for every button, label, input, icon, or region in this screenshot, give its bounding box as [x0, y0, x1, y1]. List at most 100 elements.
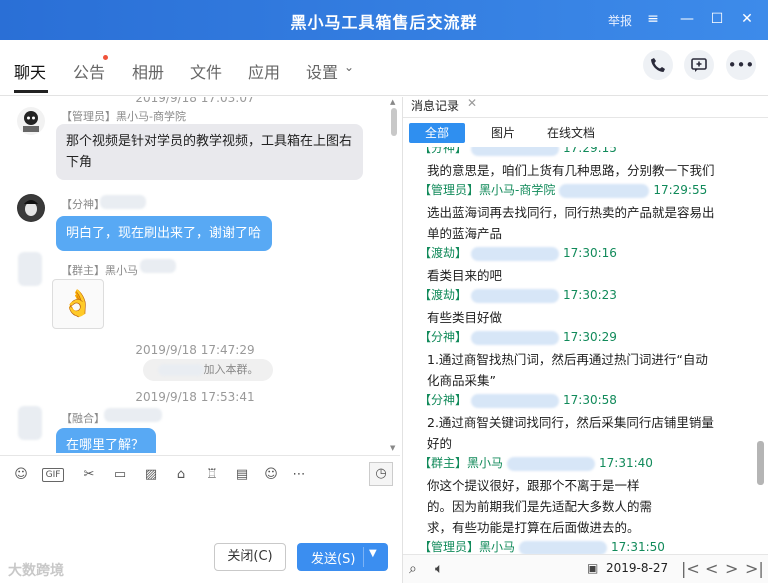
history-date[interactable]: 2019-8-27 — [606, 561, 668, 575]
scissors-icon[interactable]: ✂ — [80, 466, 98, 484]
tab-chat[interactable]: 聊天 — [14, 59, 46, 83]
unread-dot — [103, 55, 108, 60]
gif-icon[interactable]: GIF — [42, 468, 64, 482]
blurred-name — [519, 540, 608, 555]
blurred-name — [471, 393, 560, 408]
filter-images[interactable]: 图片 — [483, 123, 523, 143]
blurred-name — [559, 183, 650, 198]
avatar[interactable] — [17, 107, 45, 135]
history-message-text: 化商品采集” — [427, 373, 496, 388]
message-timestamp: 2019/9/18 17:03:07 — [135, 97, 255, 105]
tab-album[interactable]: 相册 — [132, 59, 164, 83]
clock-history-icon[interactable]: ◷ — [369, 462, 393, 486]
phone-call-icon[interactable] — [643, 50, 673, 80]
first-page-icon[interactable]: |< — [681, 559, 700, 578]
calendar-icon[interactable]: ▣ — [587, 561, 598, 575]
tab-settings[interactable]: 设置 — [306, 59, 338, 83]
scroll-up-arrow[interactable]: ▲ — [390, 98, 395, 106]
report-link[interactable]: 举报 — [608, 12, 632, 29]
add-message-icon[interactable] — [684, 50, 714, 80]
prev-page-icon[interactable]: < — [705, 559, 718, 578]
tab-files[interactable]: 文件 — [190, 59, 222, 83]
ok-hand-emoji: 👌 — [61, 289, 95, 319]
history-message-text: 1.通过商智找热门词，然后再通过热门词进行“自动 — [427, 352, 708, 367]
close-window-button[interactable]: ✕ — [736, 8, 758, 30]
composer-toolbar: ☺ GIF ✂ ▭ ▨ ⌂ ♖ ▤ ☺ ⋯ — [0, 455, 400, 491]
smile-icon[interactable]: ☺ — [262, 466, 280, 484]
message-text-line: 下角 — [66, 155, 93, 170]
history-entry-header: 【分神】 17:29:15 — [419, 147, 617, 156]
scroll-down-arrow[interactable]: ▼ — [390, 444, 395, 452]
message-bubble[interactable]: 明白了，现在刷出来了，谢谢了哈 — [56, 216, 272, 251]
history-sender: 【分神】 — [419, 393, 468, 407]
history-message-text: 看类目来的吧 — [427, 268, 503, 283]
send-button[interactable]: 发送(S) ▼ — [297, 543, 388, 571]
send-divider — [363, 547, 364, 567]
next-page-icon[interactable]: > — [725, 559, 738, 578]
filter-all[interactable]: 全部 — [409, 123, 465, 143]
history-tab[interactable]: 消息记录 — [411, 97, 459, 113]
notice-text: 加入本群。 — [203, 363, 259, 376]
emoji-icon[interactable]: ☺ — [12, 466, 30, 484]
folder-icon[interactable]: ▭ — [111, 466, 129, 484]
shop-icon[interactable]: ⌂ — [172, 466, 190, 484]
history-message-text: 我的意思是，咱们上货有几种思路，分别教一下我们 — [427, 163, 715, 178]
history-entry-header: 【管理员】黑小马 17:31:50 — [419, 538, 665, 555]
tab-announcement[interactable]: 公告 — [73, 59, 105, 83]
document-icon[interactable]: ▤ — [233, 466, 251, 484]
restore-button[interactable]: ☐ — [706, 8, 728, 30]
message-timestamp: 2019/9/18 17:53:41 — [135, 390, 255, 404]
message-bubble[interactable]: 在哪里了解？ — [56, 428, 156, 453]
blurred-name — [471, 246, 560, 261]
blurred-name — [140, 259, 176, 273]
blurred-name — [471, 330, 560, 345]
history-sender: 【渡劫】 — [419, 288, 468, 302]
menu-icon[interactable]: ≡ — [642, 8, 664, 30]
history-time: 17:30:58 — [563, 393, 617, 407]
search-icon[interactable]: ⌕ — [409, 561, 417, 577]
emoji-sticker[interactable]: 👌 — [52, 279, 104, 329]
speaker-icon[interactable]: 🔈︎ — [435, 561, 443, 577]
history-entry-header: 【渡劫】 17:30:16 — [419, 244, 617, 261]
blurred-avatar — [18, 406, 42, 440]
minimize-button[interactable]: — — [676, 8, 698, 30]
last-page-icon[interactable]: >| — [745, 559, 764, 578]
more-icon[interactable]: ⋯ — [290, 466, 308, 484]
history-message-text: 求，有些功能是打算在后面做进去的。 — [427, 520, 640, 535]
chevron-down-icon[interactable]: ▼ — [369, 548, 377, 559]
sender-name: 【融合】 — [61, 412, 105, 425]
history-footer: ⌕ 🔈︎ ▣ 2019-8-27 |< < > >| — [403, 554, 768, 583]
system-notice: 加入本群。 — [143, 359, 273, 381]
close-icon[interactable]: ✕ — [467, 96, 477, 110]
gift-icon[interactable]: ♖ — [203, 466, 221, 484]
avatar[interactable] — [17, 194, 45, 222]
chat-message-area: 2019/9/18 17:03:07 【管理员】黑小马-商学院 那个视频是针对学… — [0, 97, 400, 453]
more-options-icon[interactable]: ••• — [726, 50, 756, 80]
message-bubble[interactable]: 那个视频是针对学员的教学视频，工具箱在上图右 下角 — [56, 124, 363, 180]
message-text: 明白了，现在刷出来了，谢谢了哈 — [66, 226, 262, 241]
message-history-panel: 消息记录 ✕ 全部 图片 在线文档 【分神】 17:29:15 我的意思是，咱们上货… — [403, 96, 768, 583]
blurred-name — [507, 456, 596, 471]
history-scrollbar[interactable] — [757, 441, 764, 485]
close-button[interactable]: 关闭(C) — [214, 543, 286, 571]
sender-name: 【群主】黑小马 — [61, 264, 138, 277]
history-entry-header: 【分神】 17:30:29 — [419, 328, 617, 345]
history-log: 【分神】 17:29:15 我的意思是，咱们上货有几种思路，分别教一下我们【管理员】… — [403, 147, 755, 555]
history-sender: 【分神】 — [419, 147, 468, 155]
history-message-text: 有些类目好做 — [427, 310, 503, 325]
history-time: 17:29:15 — [563, 147, 617, 155]
group-tab-bar: 聊天 公告 相册 文件 应用 设置 ⌄ ••• — [0, 40, 768, 96]
tab-apps[interactable]: 应用 — [248, 59, 280, 83]
chat-scrollbar[interactable] — [391, 108, 397, 136]
history-message-text: 选出蓝海词再去找同行，同行热卖的产品就是容易出 — [427, 205, 715, 220]
history-sender: 【管理员】黑小马 — [419, 540, 516, 554]
message-timestamp: 2019/9/18 17:47:29 — [135, 343, 255, 357]
sender-name: 【管理员】黑小马-商学院 — [61, 110, 186, 123]
title-bar: 黑小马工具箱售后交流群 举报 ≡ — ☐ ✕ — [0, 0, 768, 40]
filter-online-docs[interactable]: 在线文档 — [539, 123, 603, 143]
blurred-name — [471, 288, 560, 303]
chevron-down-icon[interactable]: ⌄ — [344, 60, 354, 74]
history-message-text: 的。因为前期我们是先适配大多数人的需 — [427, 499, 653, 514]
image-icon[interactable]: ▨ — [142, 466, 160, 484]
sender-name: 【分神】 — [61, 198, 105, 211]
